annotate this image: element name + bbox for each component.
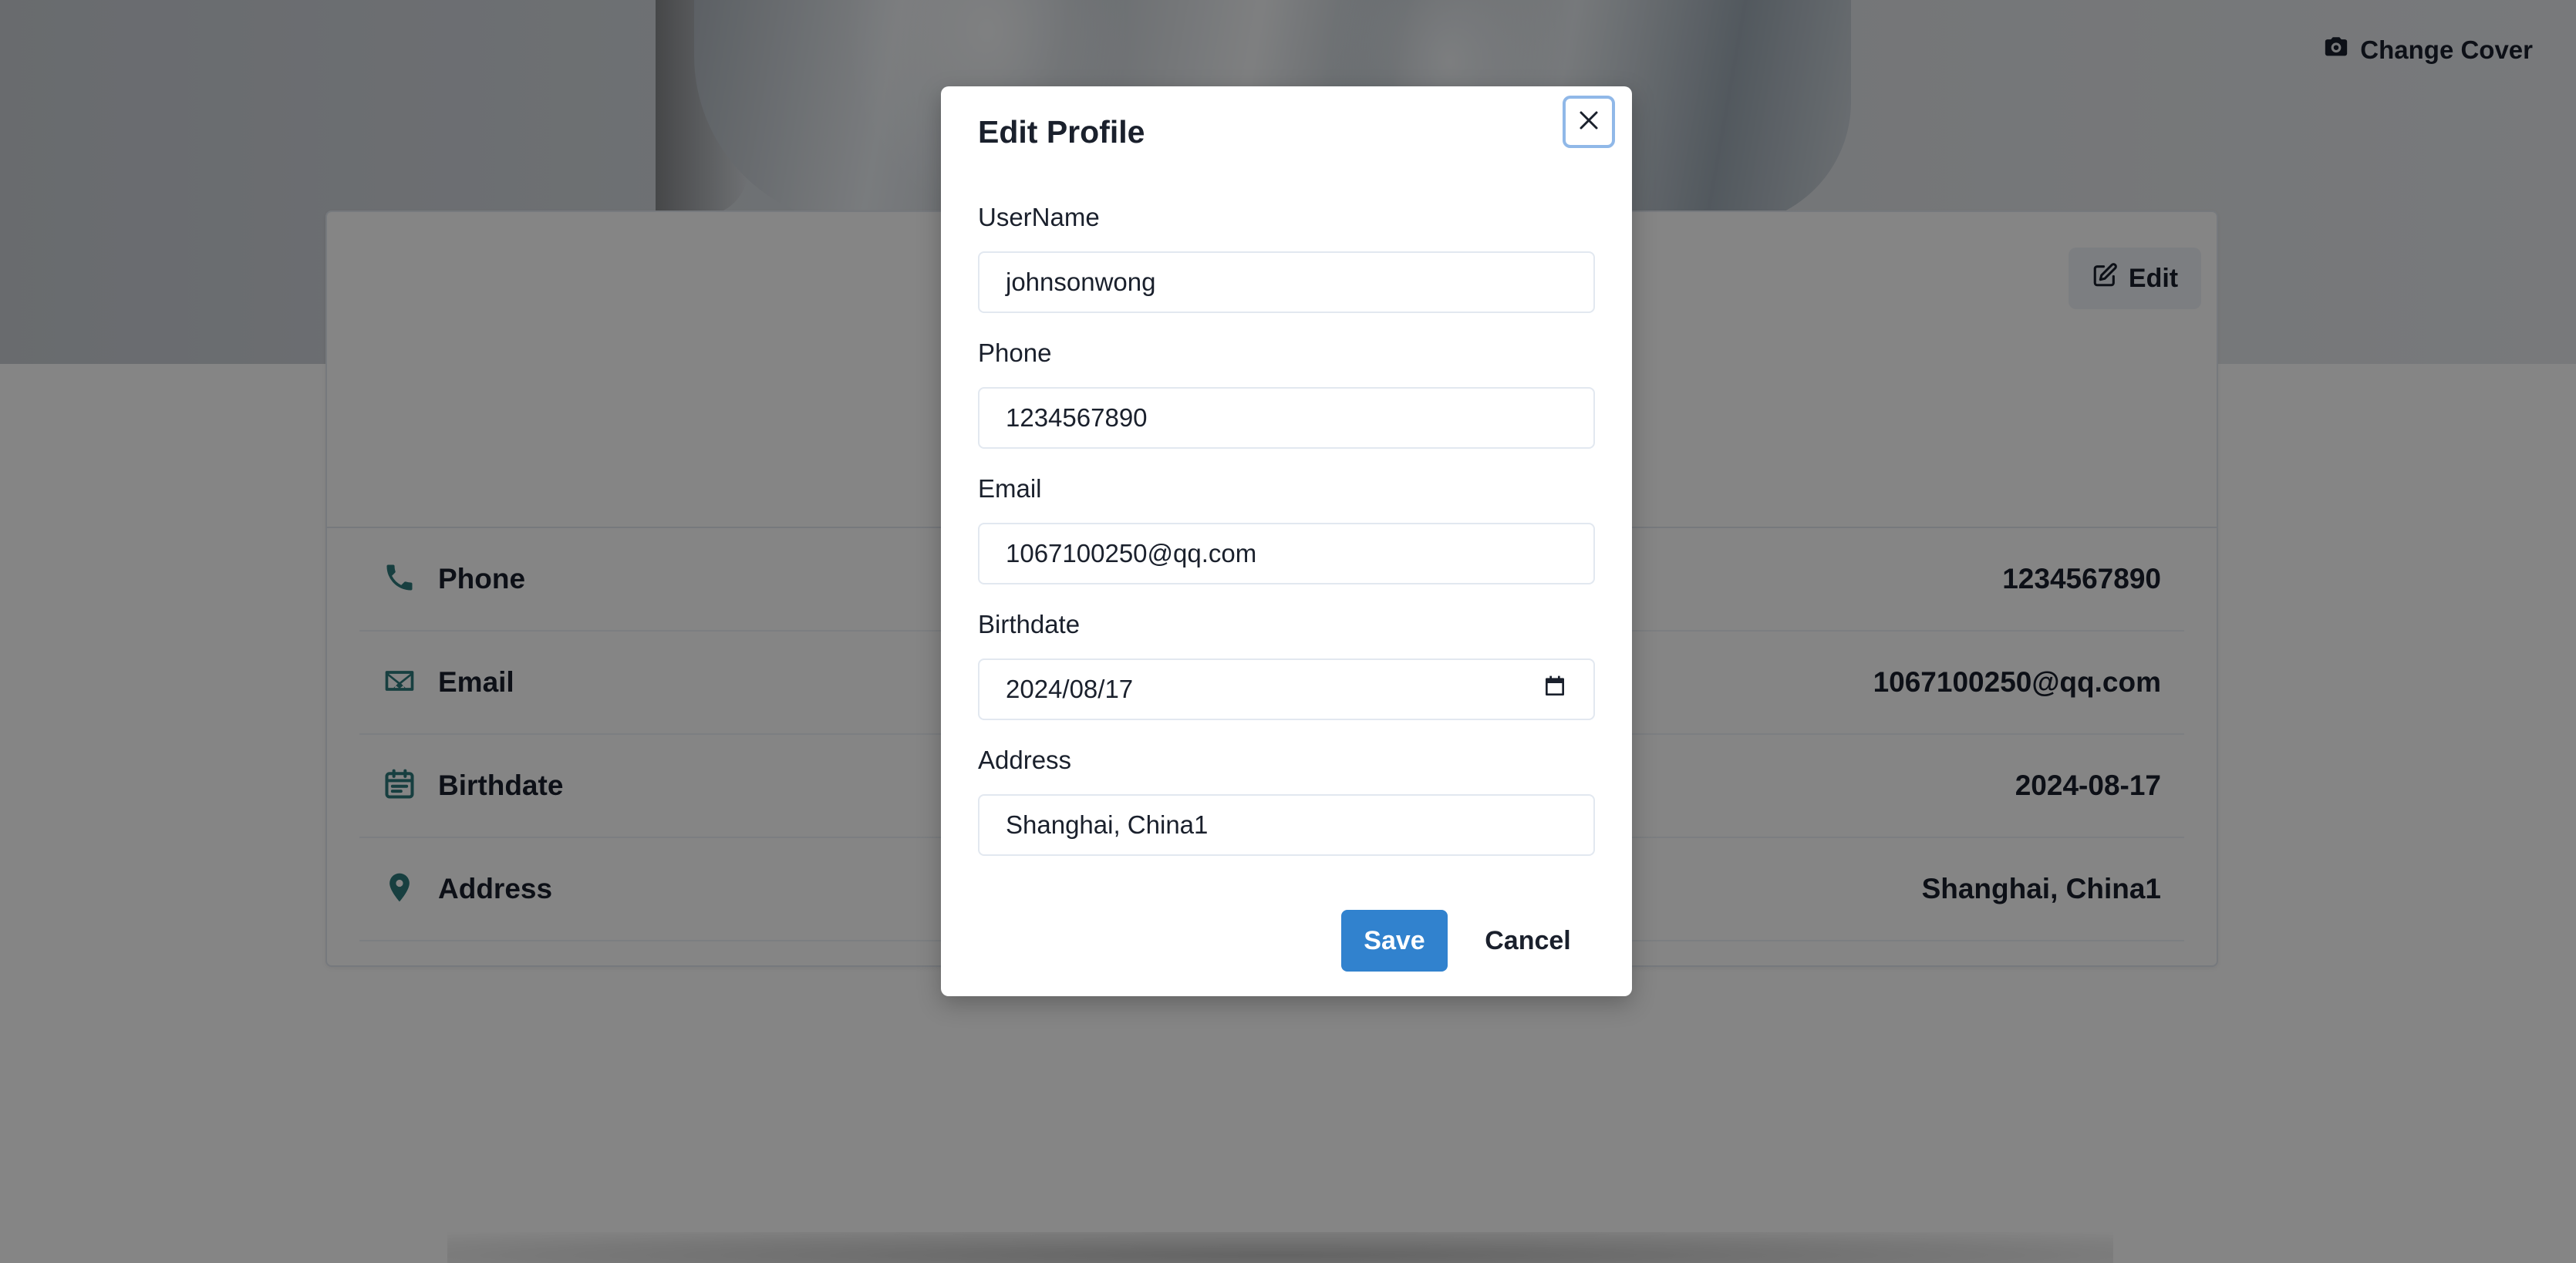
address-label: Address xyxy=(978,746,1072,774)
birthdate-input[interactable]: 2024/08/17 xyxy=(978,658,1595,720)
address-value: Shanghai, China1 xyxy=(1006,810,1209,839)
address-field-group: Address Shanghai, China1 xyxy=(978,743,1595,856)
close-icon xyxy=(1577,109,1600,136)
address-input[interactable]: Shanghai, China1 xyxy=(978,794,1595,856)
username-field-group: UserName johnsonwong xyxy=(978,200,1595,313)
profile-page: Change Cover Edit Phone 1234567890 Email… xyxy=(0,0,2576,1263)
close-modal-button[interactable] xyxy=(1563,96,1615,148)
birthdate-label: Birthdate xyxy=(978,610,1081,638)
username-input[interactable]: johnsonwong xyxy=(978,251,1595,313)
save-button[interactable]: Save xyxy=(1341,910,1448,972)
modal-title: Edit Profile xyxy=(978,114,1145,150)
birthdate-field-group: Birthdate 2024/08/17 xyxy=(978,608,1595,720)
phone-label: Phone xyxy=(978,338,1052,367)
phone-input[interactable]: 1234567890 xyxy=(978,387,1595,449)
email-label: Email xyxy=(978,474,1042,503)
phone-field-group: Phone 1234567890 xyxy=(978,336,1595,449)
username-label: UserName xyxy=(978,203,1100,231)
birthdate-value: 2024/08/17 xyxy=(1006,675,1134,703)
cancel-button[interactable]: Cancel xyxy=(1463,910,1593,972)
username-value: johnsonwong xyxy=(1006,268,1156,296)
edit-profile-modal: Edit Profile UserName johnsonwong Phone … xyxy=(941,86,1632,996)
email-field-group: Email 1067100250@qq.com xyxy=(978,472,1595,584)
email-value: 1067100250@qq.com xyxy=(1006,539,1257,568)
phone-value: 1234567890 xyxy=(1006,403,1148,432)
email-input[interactable]: 1067100250@qq.com xyxy=(978,523,1595,584)
calendar-picker-icon[interactable] xyxy=(1543,674,1567,705)
